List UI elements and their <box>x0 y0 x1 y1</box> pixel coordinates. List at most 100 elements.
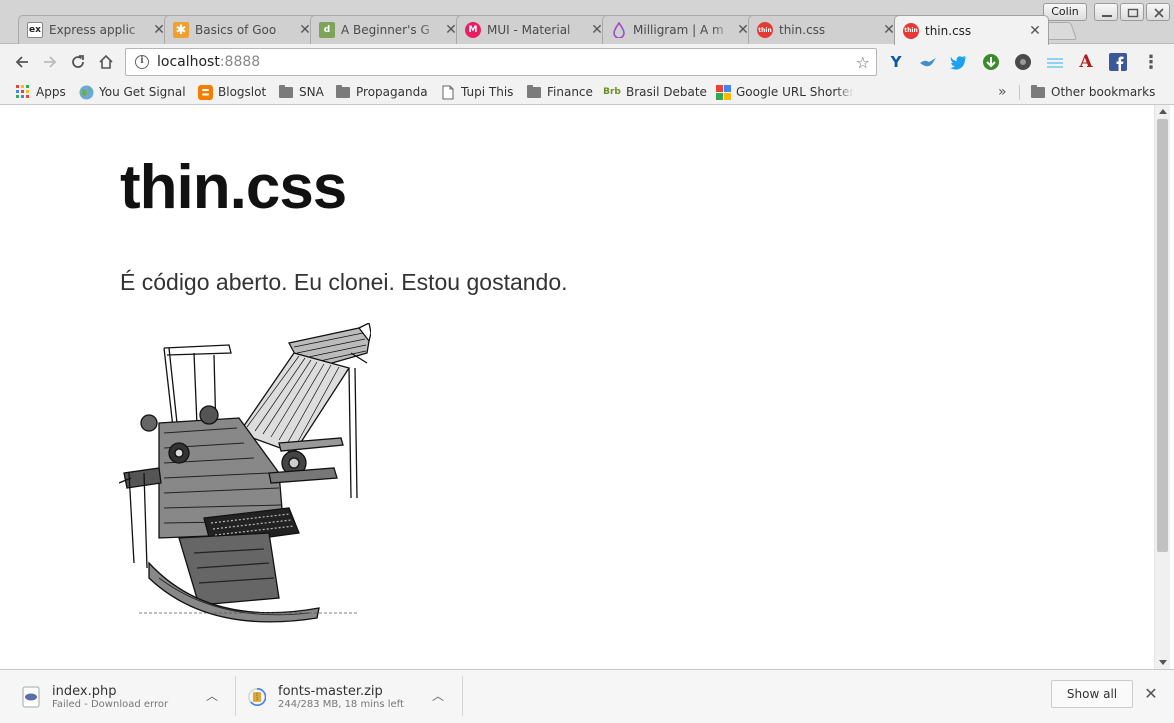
scroll-down-arrow-icon[interactable] <box>1159 660 1167 665</box>
bookmark-label: Tupi This <box>461 85 514 99</box>
folder-icon <box>526 84 542 100</box>
tab-title: A Beginner's G <box>341 23 430 37</box>
folder-icon <box>335 84 351 100</box>
bookmark-label: Propaganda <box>356 85 428 99</box>
apps-grid-icon <box>15 84 31 100</box>
address-port: :8888 <box>219 54 261 70</box>
tab-title: thin.css <box>779 23 826 37</box>
milligram-drop-favicon-icon <box>611 22 627 38</box>
bookmark-folder-propaganda[interactable]: Propaganda <box>335 82 428 102</box>
bookmarks-overflow-chevron[interactable]: » <box>998 82 1007 102</box>
bookmarks-bar: Apps You Get Signal Blogslot SNA Propaga… <box>0 80 1174 105</box>
bookmark-folder-sna[interactable]: SNA <box>278 82 324 102</box>
brasil-debate-icon: Brb <box>603 87 621 97</box>
bookmark-label: Google URL Shorter <box>736 85 854 99</box>
bookmark-label: Brasil Debate <box>626 85 707 99</box>
page-title: thin.css <box>120 153 347 222</box>
download-item-fonts-master[interactable]: fonts-master.zip 244/283 MB, 18 mins lef… <box>248 670 458 723</box>
close-tab-icon[interactable]: ✕ <box>1028 24 1042 38</box>
bookmark-label: Finance <box>547 85 593 99</box>
tab-strip: ex Express applic ✕ ✱ Basics of Goo ✕ d … <box>0 0 1174 45</box>
asterisk-favicon-icon: ✱ <box>173 22 189 38</box>
express-favicon-icon: ex <box>27 22 43 38</box>
php-file-icon <box>22 686 40 708</box>
tab-title: Basics of Goo <box>195 23 277 37</box>
folder-icon <box>1030 84 1046 100</box>
facebook-extension-icon[interactable] <box>1108 52 1128 72</box>
bookmark-apps[interactable]: Apps <box>15 82 66 102</box>
close-window-button[interactable] <box>1146 3 1170 21</box>
download-extension-icon[interactable] <box>981 52 1001 72</box>
download-shelf: index.php Failed - Download error ︿ font… <box>0 669 1174 723</box>
tab-basics-of-google[interactable]: ✱ Basics of Goo ✕ <box>164 15 319 44</box>
show-all-downloads-button[interactable]: Show all <box>1051 680 1133 708</box>
bookmark-label: Blogslot <box>218 85 267 99</box>
tab-beginners-guide[interactable]: d A Beginner's G ✕ <box>310 15 465 44</box>
bookmark-blogslot[interactable]: Blogslot <box>197 82 266 102</box>
folder-icon <box>278 84 294 100</box>
tab-thin-css-1[interactable]: thin thin.css ✕ <box>748 15 903 44</box>
vimeo-y-extension-icon[interactable]: Y <box>886 52 906 72</box>
bookmark-star-icon[interactable]: ☆ <box>856 53 870 72</box>
tab-express[interactable]: ex Express applic ✕ <box>18 15 173 44</box>
tab-mui[interactable]: M MUI - Material ✕ <box>456 15 611 44</box>
home-button[interactable] <box>96 52 116 72</box>
bookmark-label: SNA <box>299 85 324 99</box>
bookmark-you-get-signal[interactable]: You Get Signal <box>78 82 186 102</box>
download-status: 244/283 MB, 18 mins left <box>278 698 404 710</box>
page-content: thin.css É código aberto. Eu clonei. Est… <box>4 105 1154 669</box>
bookmark-tupi-this[interactable]: Tupi This <box>440 82 513 102</box>
printing-press-illustration <box>119 323 371 623</box>
tab-thin-css-active[interactable]: thin thin.css ✕ <box>894 15 1049 45</box>
d-favicon-icon: d <box>319 22 335 38</box>
download-filename: index.php <box>52 683 117 699</box>
bookmark-brasil-debate[interactable]: Brb Brasil Debate <box>603 82 707 102</box>
bookmark-other-bookmarks[interactable]: Other bookmarks <box>1030 82 1155 102</box>
close-shelf-icon[interactable]: ✕ <box>1141 684 1161 704</box>
chevron-up-icon[interactable]: ︿ <box>428 686 448 706</box>
download-separator <box>235 676 236 716</box>
page-scrollbar[interactable] <box>1154 105 1170 669</box>
bookmarks-divider <box>1019 85 1020 100</box>
scroll-up-arrow-icon[interactable] <box>1159 109 1167 114</box>
tab-title: Milligram | A m <box>633 23 724 37</box>
bird-extension-icon[interactable] <box>918 52 938 72</box>
info-icon[interactable]: i <box>135 55 149 69</box>
tab-title: MUI - Material <box>487 23 571 37</box>
minimize-button[interactable] <box>1094 3 1118 21</box>
tab-milligram[interactable]: Milligram | A m ✕ <box>602 15 757 44</box>
twitter-extension-icon[interactable] <box>949 52 969 72</box>
forward-button[interactable] <box>40 52 60 72</box>
menu-kebab-icon[interactable]: ⋮ <box>1141 52 1161 73</box>
acrobat-a-extension-icon[interactable]: A <box>1076 52 1096 72</box>
download-filename: fonts-master.zip <box>278 683 383 699</box>
maximize-icon <box>1127 8 1139 18</box>
thin-favicon-icon: thin <box>903 22 919 39</box>
globe-icon <box>78 84 94 100</box>
bookmark-folder-finance[interactable]: Finance <box>526 82 593 102</box>
bookmark-google-url-shortener[interactable]: Google URL Shorter <box>716 82 854 102</box>
page-icon <box>440 84 456 100</box>
download-item-index-php[interactable]: index.php Failed - Download error ︿ <box>22 670 232 723</box>
address-bar[interactable]: i localhost:8888 ☆ <box>125 48 877 76</box>
thin-favicon-icon: thin <box>757 22 773 38</box>
profile-button[interactable]: Colin <box>1043 3 1087 21</box>
back-button[interactable] <box>12 52 32 72</box>
stripes-extension-icon[interactable] <box>1045 52 1065 72</box>
mui-favicon-icon: M <box>465 22 481 38</box>
chevron-up-icon[interactable]: ︿ <box>202 686 222 706</box>
home-icon <box>99 54 113 69</box>
gray-circle-extension-icon[interactable] <box>1013 52 1033 72</box>
google-shortener-icon <box>716 84 731 100</box>
blogger-icon <box>197 84 213 100</box>
browser-toolbar: i localhost:8888 ☆ Y A ⋮ <box>0 44 1174 80</box>
bookmark-label: You Get Signal <box>99 85 186 99</box>
tab-title: thin.css <box>925 23 972 38</box>
close-window-icon <box>1154 8 1164 18</box>
page-lead: É código aberto. Eu clonei. Estou gostan… <box>120 269 568 295</box>
download-separator <box>462 676 463 716</box>
maximize-button[interactable] <box>1120 3 1144 21</box>
scrollbar-thumb[interactable] <box>1157 119 1168 552</box>
reload-button[interactable] <box>68 52 88 72</box>
address-host: localhost <box>157 54 220 70</box>
